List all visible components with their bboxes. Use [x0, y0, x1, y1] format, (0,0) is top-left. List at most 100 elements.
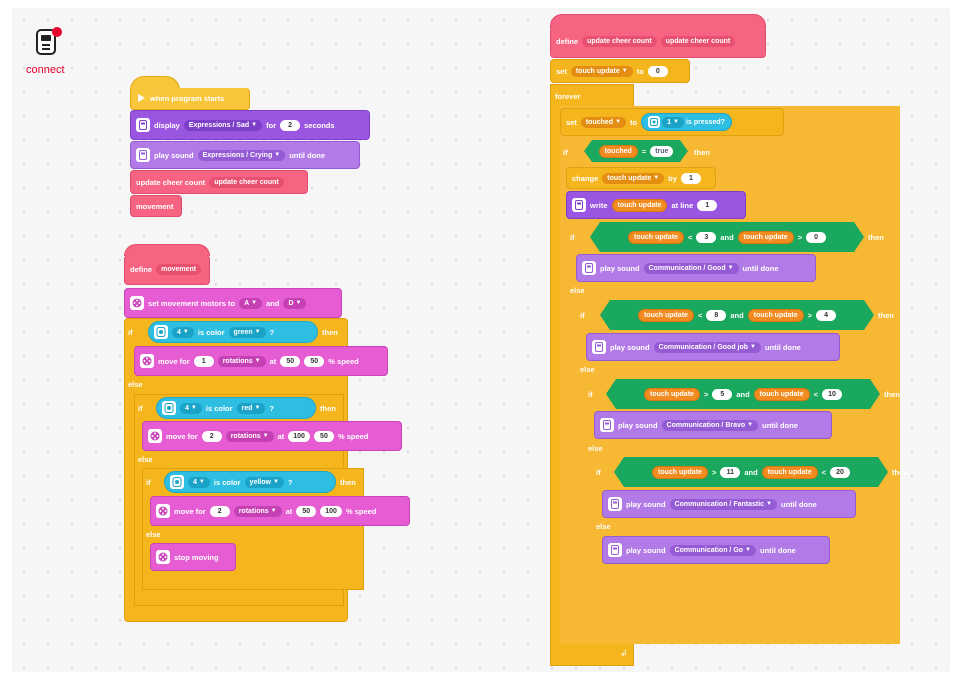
num-input[interactable]: 11 [720, 467, 740, 478]
define-arg: update cheer count [660, 36, 736, 47]
call-label: update cheer count [136, 177, 206, 187]
port-dropdown[interactable]: 1 ▼ [662, 116, 684, 128]
sound-dropdown[interactable]: Communication / Good ▼ [643, 262, 739, 274]
port-dropdown[interactable]: 4 ▼ [180, 402, 202, 414]
variable-dropdown[interactable]: touch update ▼ [602, 172, 665, 184]
write-block[interactable]: write touch update at line 1 [566, 191, 746, 219]
speed-a-input[interactable]: 50 [296, 505, 317, 517]
speed-a-input[interactable]: 100 [288, 430, 310, 442]
speed-b-input[interactable]: 50 [304, 355, 325, 367]
move-for-block-1[interactable]: move for 1 rotations ▼ at 50 50 % speed [134, 346, 388, 376]
then-label: then [868, 233, 884, 242]
amount-input[interactable]: 2 [201, 430, 222, 442]
condition-2[interactable]: touch update < 8 and touch update > 4 [600, 300, 874, 330]
num-input[interactable]: 8 [706, 310, 726, 321]
set-movement-motors-block[interactable]: set movement motors to A ▼ and D ▼ [124, 288, 342, 318]
num-input[interactable]: 4 [816, 310, 836, 321]
speed-b-input[interactable]: 100 [320, 505, 342, 517]
play-sound-good-block[interactable]: play sound Communication / Good ▼ until d… [576, 254, 816, 282]
unit-dropdown[interactable]: rotations ▼ [217, 355, 266, 367]
line-input[interactable]: 1 [697, 199, 718, 211]
touched-equals-true-condition[interactable]: touched = true [584, 140, 688, 162]
if-label: if [146, 478, 151, 487]
call-arg[interactable]: update cheer count [209, 176, 284, 188]
sound-dropdown[interactable]: Communication / Bravo ▼ [661, 419, 759, 431]
color-sensor-icon [162, 401, 176, 415]
unit-dropdown[interactable]: rotations ▼ [225, 430, 274, 442]
hat-label: when program starts [150, 94, 225, 103]
move-for-label: move for [158, 356, 190, 366]
then-label: then [694, 148, 710, 157]
sound-dropdown[interactable]: Communication / Fantastic ▼ [669, 498, 778, 510]
num-input[interactable]: 20 [830, 467, 850, 478]
play-sound-label: play sound [154, 150, 194, 160]
speed-b-input[interactable]: 50 [313, 430, 334, 442]
value-input[interactable]: 1 [680, 172, 701, 184]
play-sound-good-job-block[interactable]: play sound Communication / Good job ▼ unt… [586, 333, 840, 361]
motor-d-value: D [288, 299, 294, 307]
speed-a-input[interactable]: 50 [280, 355, 301, 367]
play-sound-label: play sound [610, 342, 650, 352]
motor-d-dropdown[interactable]: D ▼ [283, 297, 307, 309]
true-input[interactable]: true [650, 146, 673, 157]
amount-input[interactable]: 1 [193, 355, 214, 367]
motor-icon [130, 296, 144, 310]
motor-a-dropdown[interactable]: A ▼ [239, 297, 263, 309]
variable-dropdown[interactable]: touched ▼ [580, 116, 627, 128]
question-mark: ? [287, 477, 293, 487]
op: > [703, 389, 709, 399]
color-dropdown[interactable]: green ▼ [228, 326, 266, 338]
play-sound-bravo-block[interactable]: play sound Communication / Bravo ▼ until … [594, 411, 832, 439]
set-touch-update-block[interactable]: set touch update ▼ to 0 [550, 59, 690, 83]
num-input[interactable]: 3 [696, 232, 716, 243]
until-done-label: until done [765, 342, 801, 352]
condition-1[interactable]: touch update < 3 and touch update > 0 [590, 222, 864, 252]
sound-value: Communication / Bravo [666, 421, 746, 429]
color-sensor-icon [170, 475, 184, 489]
sound-dropdown[interactable]: Communication / Go ▼ [669, 544, 756, 556]
unit-dropdown[interactable]: rotations ▼ [233, 505, 282, 517]
color-dropdown[interactable]: yellow ▼ [244, 476, 284, 488]
play-sound-fantastic-block[interactable]: play sound Communication / Fantastic ▼ un… [602, 490, 856, 518]
move-for-block-2[interactable]: move for 2 rotations ▼ at 100 50 % speed [142, 421, 402, 451]
change-touch-update-block[interactable]: change touch update ▼ by 1 [566, 167, 716, 189]
display-block[interactable]: display Expressions / Sad ▼ for 2 seconds [130, 110, 370, 140]
play-sound-label: play sound [618, 420, 658, 430]
movement-call[interactable]: movement [130, 195, 182, 217]
variable-dropdown[interactable]: touch update ▼ [570, 65, 633, 77]
value-input[interactable]: 0 [647, 65, 668, 77]
num-input[interactable]: 10 [822, 389, 842, 400]
update-cheer-count-call[interactable]: update cheer count update cheer count [130, 170, 308, 194]
color-sensor-red-condition[interactable]: 4 ▼ is color red ▼ ? [156, 397, 316, 419]
force-sensor-pressed-reporter[interactable]: 1 ▼ is pressed? [641, 113, 732, 131]
color-sensor-yellow-condition[interactable]: 4 ▼ is color yellow ▼ ? [164, 471, 336, 493]
question-mark: ? [269, 403, 274, 413]
port-dropdown[interactable]: 4 ▼ [188, 476, 210, 488]
sound-dropdown[interactable]: Expressions / Crying ▼ [197, 149, 286, 161]
expression-dropdown[interactable]: Expressions / Sad ▼ [183, 119, 263, 131]
move-for-block-3[interactable]: move for 2 rotations ▼ at 50 100 % speed [150, 496, 410, 526]
play-sound-crying-block[interactable]: play sound Expressions / Crying ▼ until d… [130, 141, 360, 169]
condition-3[interactable]: touch update > 5 and touch update < 10 [606, 379, 880, 409]
amount-input[interactable]: 2 [209, 505, 230, 517]
hub-connect-button[interactable] [34, 26, 62, 58]
connect-label[interactable]: connect [26, 64, 65, 76]
define-update-cheer-count-block[interactable]: define update cheer count update cheer c… [550, 26, 766, 58]
sound-dropdown[interactable]: Communication / Good job ▼ [653, 341, 761, 353]
play-sound-label: play sound [626, 499, 666, 509]
define-movement-block[interactable]: define movement [124, 255, 210, 285]
speaker-icon [608, 497, 622, 511]
when-program-starts-block[interactable]: when program starts [130, 88, 250, 110]
num-input[interactable]: 5 [712, 389, 732, 400]
color-dropdown[interactable]: red ▼ [236, 402, 266, 414]
condition-4[interactable]: touch update > 11 and touch update < 20 [614, 457, 888, 487]
expression-value: Expressions / Sad [188, 121, 250, 129]
num-input[interactable]: 0 [806, 232, 826, 243]
play-sound-go-block[interactable]: play sound Communication / Go ▼ until don… [602, 536, 830, 564]
set-touched-block[interactable]: set touched ▼ to 1 ▼ is pressed? [560, 108, 784, 136]
color-sensor-green-condition[interactable]: 4 ▼ is color green ▼ ? [148, 321, 318, 343]
stop-moving-block[interactable]: stop moving [150, 543, 236, 571]
port-dropdown[interactable]: 4 ▼ [172, 326, 194, 338]
seconds-input[interactable]: 2 [280, 119, 301, 131]
sound-value: Communication / Good job [658, 343, 749, 351]
